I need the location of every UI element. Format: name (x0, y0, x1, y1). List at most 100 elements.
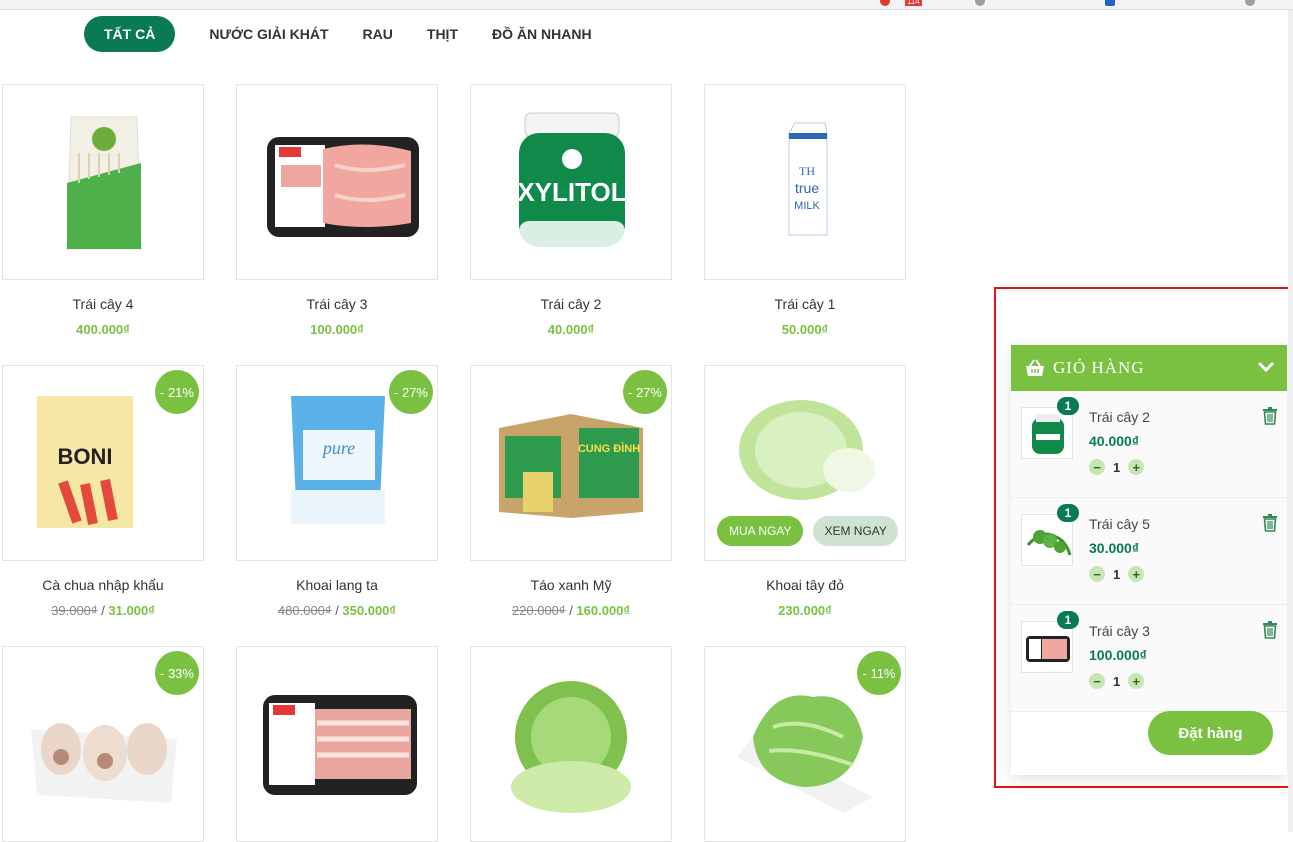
sugar-bag-image: pure (291, 396, 385, 524)
minus-button[interactable]: − (1089, 566, 1105, 582)
page-scrollbar[interactable] (1288, 10, 1293, 832)
sale-price: 31.000₫ (108, 603, 155, 618)
product-image[interactable] (2, 84, 204, 280)
product-price: 220.000₫ / 160.000₫ (511, 603, 631, 618)
product-name[interactable]: Trái cây 3 (236, 296, 438, 314)
product-card[interactable]: Trái cây 3 100.000₫ (236, 84, 438, 337)
product-image[interactable] (470, 646, 672, 842)
product-name[interactable]: Táo xanh Mỹ (470, 577, 672, 595)
old-price: 220.000₫ (511, 603, 566, 618)
discount-badge: - 27% (623, 370, 667, 414)
quantity-stepper: − 1 + (1089, 566, 1145, 582)
plus-button[interactable]: + (1128, 673, 1145, 689)
svg-text:pure: pure (321, 438, 355, 458)
xylitol-jar-image (1032, 414, 1064, 454)
quantity-value: 1 (1113, 566, 1121, 582)
product-card[interactable]: pure - 27% Khoai lang ta 480.000₫ / 350.… (236, 365, 438, 618)
product-card[interactable]: BONI - 21% Cà chua nhập khẩu 39.000₫ / 3… (2, 365, 204, 618)
milk-carton-image: TH true MILK (788, 122, 828, 236)
product-name[interactable]: Khoai lang ta (236, 577, 438, 595)
green-cabbage-image (511, 681, 631, 813)
svg-text:CUNG ĐÌNH: CUNG ĐÌNH (578, 442, 640, 455)
extension-icon[interactable] (975, 0, 985, 6)
product-card[interactable]: - 11% (704, 646, 906, 842)
trash-icon[interactable] (1263, 621, 1277, 639)
trash-icon[interactable] (1263, 514, 1277, 532)
cart-item-price: 30.000₫ (1089, 540, 1140, 556)
product-image[interactable] (236, 84, 438, 280)
product-image[interactable]: - 33% (2, 646, 204, 842)
product-name[interactable]: Trái cây 2 (470, 296, 672, 314)
cart-item: 1 Trái cây 5 30.000₫ − 1 + (1011, 498, 1287, 605)
product-name[interactable]: Trái cây 4 (2, 296, 204, 314)
plus-button[interactable]: + (1128, 566, 1145, 582)
profile-avatar-icon[interactable] (1245, 0, 1255, 6)
discount-badge: - 11% (857, 651, 901, 695)
product-price: 400.000₫ (76, 322, 130, 337)
meat-tray-image (267, 137, 419, 237)
tab-fast-food[interactable]: ĐỒ ĂN NHANH (492, 26, 592, 42)
cart-item: 1 Trái cây 3 100.000₫ − 1 + (1011, 605, 1287, 712)
product-price: 40.000₫ (547, 322, 595, 337)
product-image[interactable]: CUNG ĐÌNH - 27% (470, 365, 672, 561)
lettuce-image (737, 695, 873, 813)
extension-icon[interactable] (880, 0, 890, 6)
discount-badge: - 21% (155, 370, 199, 414)
product-card[interactable]: - 33% (2, 646, 204, 842)
product-image[interactable]: MUA NGAY XEM NGAY (704, 365, 906, 561)
extension-icon[interactable] (1105, 0, 1115, 6)
product-image[interactable]: XYLITOL (470, 84, 672, 280)
quantity-stepper: − 1 + (1089, 459, 1145, 475)
product-card[interactable]: TH true MILK Trái cây 1 50.000₫ (704, 84, 906, 337)
tab-drinks[interactable]: NƯỚC GIẢI KHÁT (209, 26, 328, 42)
discount-badge: - 33% (155, 651, 199, 695)
cart-item-name: Trái cây 3 (1089, 623, 1150, 639)
basket-icon (1026, 359, 1044, 376)
product-image[interactable]: TH true MILK (704, 84, 906, 280)
svg-text:BONI: BONI (58, 444, 113, 469)
product-name[interactable]: Khoai tây đỏ (704, 577, 906, 595)
product-card[interactable]: MUA NGAY XEM NGAY Khoai tây đỏ 230.000₫ (704, 365, 906, 618)
product-price: 39.000₫ / 31.000₫ (51, 603, 155, 618)
product-name[interactable]: Trái cây 1 (704, 296, 906, 314)
plus-button[interactable]: + (1128, 459, 1145, 475)
bacon-tray-image (263, 695, 417, 795)
discount-badge: - 27% (389, 370, 433, 414)
quantity-stepper: − 1 + (1089, 673, 1145, 689)
noodle-box-image: CUNG ĐÌNH (499, 414, 643, 518)
tab-meat[interactable]: THỊT (427, 26, 458, 42)
svg-text:TH: TH (799, 164, 815, 178)
product-card[interactable] (236, 646, 438, 842)
minus-button[interactable]: − (1089, 459, 1105, 475)
product-image[interactable] (236, 646, 438, 842)
product-card[interactable]: Trái cây 4 400.000₫ (2, 84, 204, 337)
tab-vegetables[interactable]: RAU (363, 26, 393, 42)
cart-item-name: Trái cây 2 (1089, 409, 1150, 425)
cart-header[interactable]: GIỎ HÀNG (1011, 345, 1287, 391)
cabbage-image (739, 400, 875, 500)
product-image[interactable]: - 11% (704, 646, 906, 842)
svg-text:XYLITOL: XYLITOL (517, 177, 626, 207)
product-name[interactable]: Cà chua nhập khẩu (2, 577, 204, 595)
product-image[interactable]: pure - 27% (236, 365, 438, 561)
product-card[interactable]: XYLITOL Trái cây 2 40.000₫ (470, 84, 672, 337)
extension-badge: 114 (905, 0, 922, 6)
tab-all[interactable]: TẤT CẢ (84, 16, 176, 52)
chevron-down-icon[interactable] (1257, 358, 1275, 376)
enoki-mushroom-pack-image (66, 116, 142, 250)
old-price: 39.000₫ (51, 603, 98, 618)
view-now-button[interactable]: XEM NGAY (813, 516, 898, 546)
cart-item-qty-badge: 1 (1057, 611, 1079, 629)
sale-price: 350.000₫ (342, 603, 397, 618)
minus-button[interactable]: − (1089, 673, 1105, 689)
cart-item: 1 Trái cây 2 40.000₫ − 1 + (1011, 391, 1287, 498)
xylitol-jar-image: XYLITOL (517, 112, 627, 247)
cart-item-name: Trái cây 5 (1089, 516, 1150, 532)
buy-now-button[interactable]: MUA NGAY (717, 516, 804, 546)
greens-image (1026, 530, 1072, 556)
trash-icon[interactable] (1263, 407, 1277, 425)
order-button[interactable]: Đặt hàng (1148, 711, 1273, 755)
product-card[interactable] (470, 646, 672, 842)
product-image[interactable]: BONI - 21% (2, 365, 204, 561)
product-card[interactable]: CUNG ĐÌNH - 27% Táo xanh Mỹ 220.000₫ / 1… (470, 365, 672, 618)
